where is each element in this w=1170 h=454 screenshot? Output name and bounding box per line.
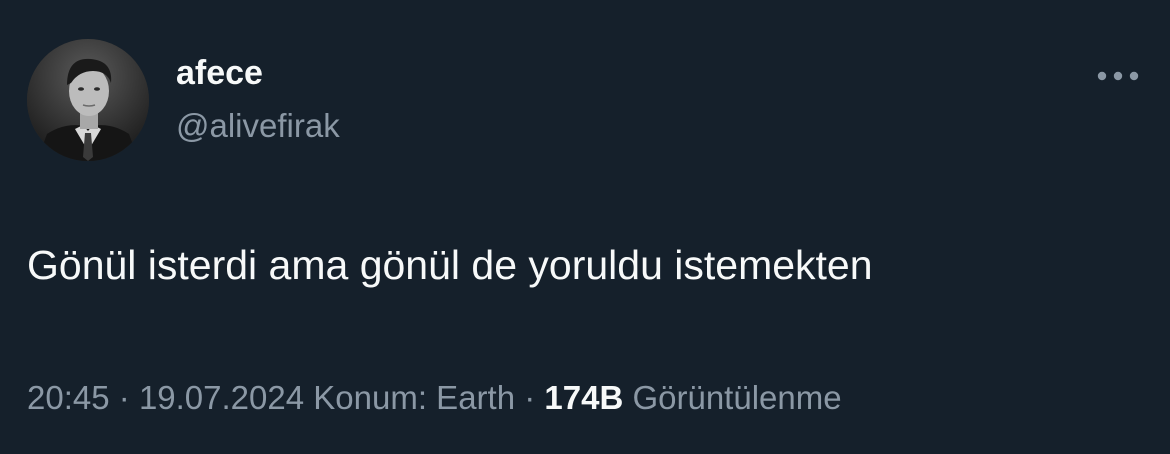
tweet-text: Gönül isterdi ama gönül de yoruldu istem… (27, 242, 873, 288)
tweet-time[interactable]: 20:45 (27, 379, 110, 416)
views-label: Görüntülenme (632, 379, 842, 416)
avatar[interactable] (27, 39, 149, 161)
tweet-metadata: 20:45 · 19.07.2024 Konum: Earth · 174B G… (27, 376, 842, 420)
more-horizontal-icon (1097, 71, 1139, 81)
tweet-card: afece @alivefirak Gönül isterdi ama gönü… (0, 0, 1170, 454)
profile-photo-icon (27, 39, 149, 161)
author-handle[interactable]: @alivefirak (176, 106, 340, 146)
separator: · (524, 379, 536, 416)
views-count[interactable]: 174B (544, 379, 623, 416)
separator: · (118, 379, 130, 416)
author-display-name[interactable]: afece (176, 53, 263, 93)
tweet-location: Konum: Earth (313, 379, 516, 416)
more-options-button[interactable] (1094, 58, 1142, 94)
tweet-date[interactable]: 19.07.2024 (139, 379, 304, 416)
